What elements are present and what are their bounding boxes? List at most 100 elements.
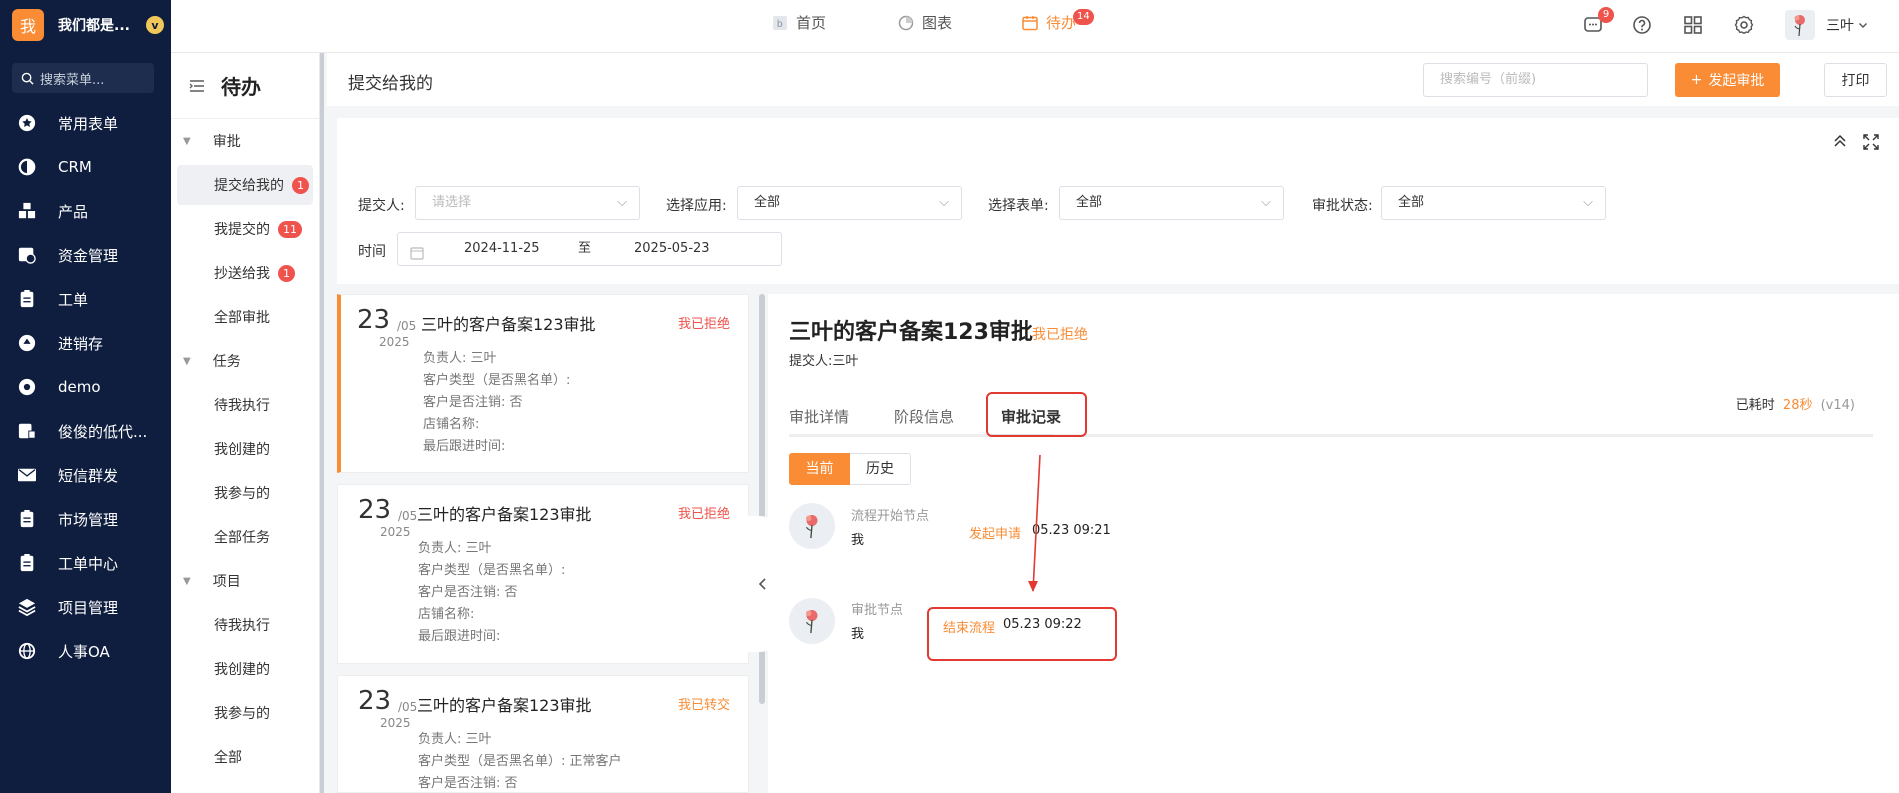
group-label: 项目 [212, 574, 241, 590]
submenu-title: 待办 [221, 75, 261, 99]
card-field: 客户是否注销: 否 [418, 776, 518, 791]
time-label: 时间 [358, 244, 386, 260]
end-date[interactable]: 2025-05-23 [634, 233, 710, 265]
submenu-item-task-joined[interactable]: 我参与的 [171, 471, 319, 515]
pie-icon [17, 157, 37, 177]
item-label: 全部 [214, 750, 242, 766]
start-approval-button[interactable]: + 发起审批 [1675, 63, 1780, 97]
boxes-icon [17, 201, 37, 221]
approval-card[interactable]: 23 /05 2025 三叶的客户备案123审批 我已拒绝 负责人: 三叶 客户… [337, 294, 749, 473]
settings-gear-icon[interactable] [1733, 14, 1755, 36]
start-date[interactable]: 2024-11-25 [464, 233, 540, 265]
tab-todo[interactable]: 待办 [1022, 12, 1076, 33]
brand[interactable]: 我 我们都是... v [12, 8, 172, 42]
user-menu[interactable]: 三叶 [1826, 15, 1868, 35]
menu-item-market[interactable]: 市场管理 [0, 497, 171, 541]
submenu-item-cc-to-me[interactable]: 抄送给我 1 [171, 251, 319, 295]
fullscreen-icon[interactable] [1863, 134, 1879, 154]
menu-item-ticket-center[interactable]: 工单中心 [0, 541, 171, 585]
submenu-item-all-approvals[interactable]: 全部审批 [171, 295, 319, 339]
menu-item-crm[interactable]: CRM [0, 145, 171, 189]
card-title: 三叶的客户备案123审批 [417, 696, 592, 715]
group-projects[interactable]: ▼ 项目 [171, 559, 319, 603]
chevron-down-icon [1859, 23, 1867, 28]
submenu-item-task-created[interactable]: 我创建的 [171, 427, 319, 471]
date-range-picker[interactable]: 2024-11-25 至 2025-05-23 [397, 232, 782, 266]
cycle-icon [17, 333, 37, 353]
card-year: 2025 [380, 716, 411, 730]
card-month: /05 [398, 700, 418, 714]
form-select[interactable]: 全部 ⌵ [1059, 186, 1284, 220]
collapse-list-button[interactable] [746, 516, 780, 652]
submenu-item-project-todo[interactable]: 待我执行 [171, 603, 319, 647]
card-month: /05 [397, 319, 417, 333]
menu-toggle-icon[interactable] [189, 79, 205, 93]
submenu-item-project-joined[interactable]: 我参与的 [171, 691, 319, 735]
menu-item-project[interactable]: 项目管理 [0, 585, 171, 629]
menu-item-lowcode[interactable]: 俊俊的低代... [0, 409, 171, 453]
status-select[interactable]: 全部 ⌵ [1381, 186, 1606, 220]
group-label: 任务 [212, 354, 241, 370]
menu-search-input[interactable]: 搜索菜单... [12, 63, 154, 93]
submenu-header: 待办 [171, 53, 319, 119]
group-approval[interactable]: ▼ 审批 [171, 119, 319, 163]
submenu-item-submitted-to-me[interactable]: 提交给我的 1 [177, 165, 313, 205]
search-number-input[interactable]: 搜索编号（前缀) [1423, 63, 1648, 97]
submenu-scrollbar[interactable] [320, 53, 324, 793]
submitter-select[interactable]: 请选择 ⌵ [415, 186, 640, 220]
submenu-item-task-todo[interactable]: 待我执行 [171, 383, 319, 427]
message-count-badge: 9 [1598, 7, 1614, 23]
home-icon: b [772, 15, 788, 31]
tab-charts[interactable]: 图表 [898, 12, 952, 33]
print-button[interactable]: 打印 [1824, 63, 1887, 97]
menu-item-demo[interactable]: demo [0, 365, 171, 409]
user-avatar[interactable] [1785, 10, 1815, 40]
money-icon [17, 245, 37, 265]
item-label: 待我执行 [214, 618, 270, 634]
submenu-item-project-all[interactable]: 全部 [171, 735, 319, 779]
submenu-item-task-all[interactable]: 全部任务 [171, 515, 319, 559]
card-field: 店铺名称: [418, 607, 475, 622]
app-select[interactable]: 全部 ⌵ [737, 186, 962, 220]
group-tasks[interactable]: ▼ 任务 [171, 339, 319, 383]
card-title: 三叶的客户备案123审批 [421, 315, 596, 334]
item-label: 抄送给我 [214, 266, 270, 282]
item-label: 我创建的 [214, 662, 270, 678]
company-logo: 我 [12, 9, 44, 41]
help-icon[interactable] [1631, 14, 1653, 36]
apps-grid-icon[interactable] [1682, 14, 1704, 36]
card-field: 负责人: 三叶 [418, 541, 492, 556]
menu-item-product[interactable]: 产品 [0, 189, 171, 233]
menu-item-ticket[interactable]: 工单 [0, 277, 171, 321]
collapse-up-icon[interactable] [1833, 134, 1847, 152]
card-status: 我已拒绝 [677, 317, 730, 332]
menu-item-funds[interactable]: 资金管理 [0, 233, 171, 277]
approval-card[interactable]: 23 /05 2025 三叶的客户备案123审批 我已转交 负责人: 三叶 客户… [337, 675, 749, 793]
menu-label: 短信群发 [58, 466, 119, 485]
menu-item-sms[interactable]: 短信群发 [0, 453, 171, 497]
menu-search-placeholder: 搜索菜单... [40, 72, 105, 88]
menu-item-inventory[interactable]: 进销存 [0, 321, 171, 365]
tab-home[interactable]: b 首页 [772, 12, 826, 33]
approval-list: 23 /05 2025 三叶的客户备案123审批 我已拒绝 负责人: 三叶 客户… [337, 294, 749, 793]
main-menu: 常用表单 CRM 产品 资金管理 工单 进销存 demo 俊俊的低代... 短信… [0, 101, 171, 673]
annotation-arrow [1028, 454, 1041, 592]
submenu-item-project-created[interactable]: 我创建的 [171, 647, 319, 691]
select-value: 请选择 [432, 195, 472, 210]
gear-icon [17, 377, 37, 397]
date-separator: 至 [578, 241, 592, 256]
chevron-down-icon: ⌵ [617, 195, 627, 210]
submenu-item-my-submitted[interactable]: 我提交的 11 [171, 207, 319, 251]
card-field: 最后跟进时间: [418, 629, 501, 644]
count-badge: 1 [292, 176, 309, 194]
approval-card[interactable]: 23 /05 2025 三叶的客户备案123审批 我已拒绝 负责人: 三叶 客户… [337, 484, 749, 664]
menu-item-hr[interactable]: 人事OA [0, 629, 171, 673]
plus-icon: + [1690, 72, 1703, 88]
todo-count-badge: 14 [1073, 9, 1094, 25]
item-label: 我参与的 [214, 486, 270, 502]
menu-item-forms[interactable]: 常用表单 [0, 101, 171, 145]
version-label: (v14) [1820, 398, 1855, 413]
select-value: 全部 [1076, 195, 1103, 210]
svg-text:b: b [777, 19, 783, 30]
page-header: 提交给我的 搜索编号（前缀) + 发起审批 打印 [327, 53, 1899, 106]
